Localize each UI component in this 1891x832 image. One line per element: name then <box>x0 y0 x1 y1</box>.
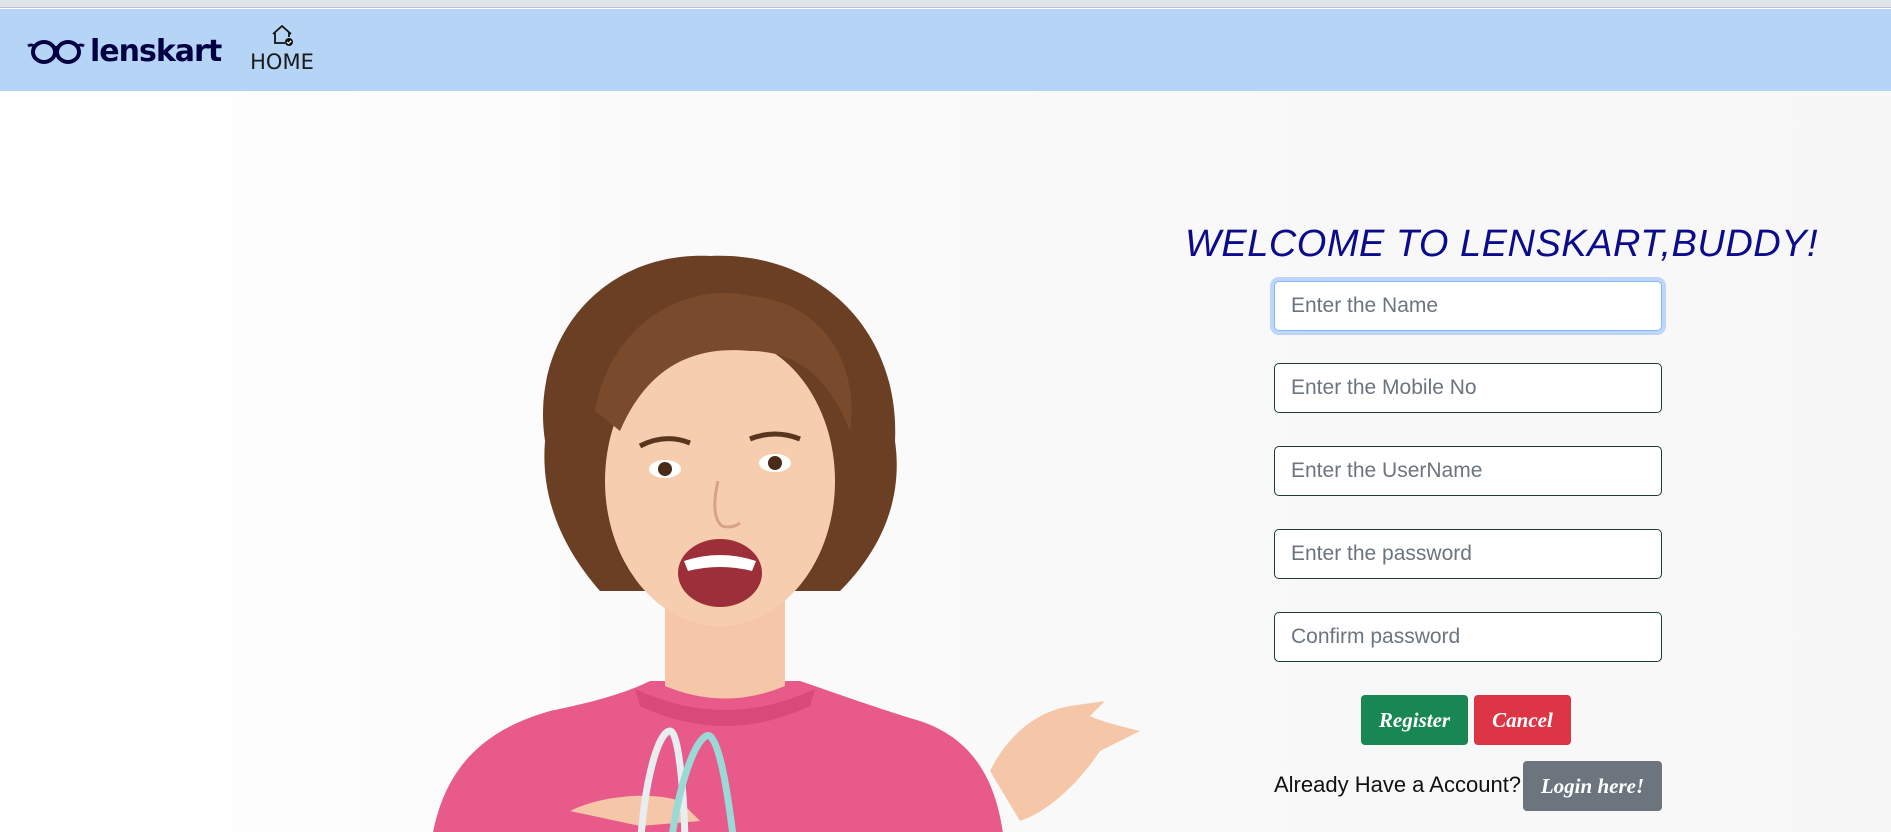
register-button[interactable]: Register <box>1361 695 1468 745</box>
woman-shopping-illustration <box>433 255 1140 832</box>
browser-top-edge <box>0 0 1891 8</box>
nav-home-label: HOME <box>250 50 314 74</box>
nav-home-link[interactable]: HOME <box>246 23 318 74</box>
welcome-title: WELCOME TO LENSKART,BUDDY! <box>1185 223 1819 265</box>
navbar: lenskart HOME <box>0 9 1891 91</box>
name-input[interactable] <box>1274 281 1662 331</box>
mobile-input[interactable] <box>1274 363 1662 413</box>
glasses-logo-icon <box>27 39 85 64</box>
cancel-button[interactable]: Cancel <box>1474 695 1571 745</box>
account-prompt: Already Have a Account? <box>1274 772 1522 797</box>
brand-logo[interactable]: lenskart <box>26 34 222 69</box>
brand-name: lenskart <box>90 34 222 69</box>
home-icon <box>272 25 293 46</box>
username-input[interactable] <box>1274 446 1662 496</box>
password-input[interactable] <box>1274 529 1662 579</box>
login-button[interactable]: Login here! <box>1523 761 1662 811</box>
confirm-password-input[interactable] <box>1274 612 1662 662</box>
